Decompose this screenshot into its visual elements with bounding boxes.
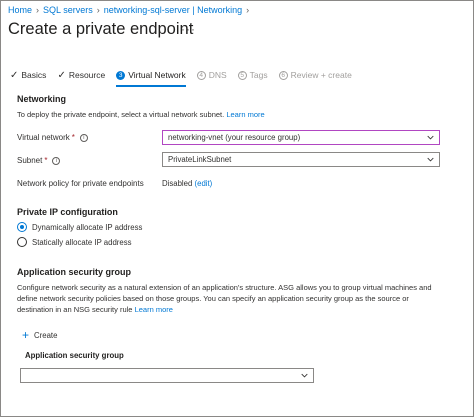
step-number-icon: 3 (116, 70, 126, 80)
breadcrumb-networking[interactable]: networking-sql-server | Networking (104, 5, 242, 15)
breadcrumb-home[interactable]: Home (8, 5, 32, 15)
checkmark-icon: ✓ (57, 69, 66, 81)
info-icon[interactable]: i (52, 156, 61, 165)
chevron-down-icon (301, 373, 308, 378)
breadcrumb-separator-icon: › (36, 5, 40, 15)
tab-review-create[interactable]: 6 Review + create (278, 66, 352, 84)
breadcrumb-separator-icon: › (96, 5, 100, 15)
asg-heading: Application security group (17, 267, 132, 277)
tab-label: Basics (21, 70, 47, 80)
required-asterisk: * (44, 156, 48, 165)
private-ip-heading: Private IP configuration (17, 207, 118, 217)
asg-learn-more-link[interactable]: Learn more (135, 305, 173, 314)
tab-label: Tags (249, 70, 268, 80)
policy-edit-link[interactable]: (edit) (195, 179, 213, 188)
asg-column-header: Application security group (25, 351, 124, 360)
networking-description: To deploy the private endpoint, select a… (17, 110, 265, 119)
vnet-select[interactable]: networking-vnet (your resource group) (162, 130, 440, 145)
chevron-down-icon (427, 135, 434, 140)
tab-label: Resource (68, 70, 106, 80)
tab-tags[interactable]: 5 Tags (237, 66, 268, 84)
checkmark-icon: ✓ (10, 69, 19, 81)
networking-heading: Networking (17, 94, 67, 104)
info-icon[interactable]: i (79, 133, 88, 142)
radio-unselected-icon (17, 237, 27, 247)
policy-value: Disabled (edit) (162, 179, 213, 188)
subnet-label: Subnet * i (17, 156, 61, 165)
tab-label: Review + create (290, 70, 352, 80)
asg-description-line-1: Configure network security as a natural … (17, 283, 432, 292)
more-options-icon[interactable]: ··· (181, 22, 196, 36)
radio-dynamic-ip[interactable]: Dynamically allocate IP address (17, 222, 142, 232)
step-number-icon: 4 (196, 70, 206, 80)
policy-label: Network policy for private endpoints (17, 179, 144, 188)
create-asg-button[interactable]: + Create (22, 328, 57, 342)
wizard-tabs: ✓ Basics ✓ Resource 3 Virtual Network 4 … (10, 66, 363, 87)
vnet-label: Virtual network * i (17, 133, 88, 142)
required-asterisk: * (71, 133, 75, 142)
tab-basics[interactable]: ✓ Basics (10, 66, 46, 84)
asg-description-line-3: destination in an NSG security rule Lear… (17, 305, 173, 314)
tab-dns[interactable]: 4 DNS (196, 66, 227, 84)
step-number-icon: 6 (278, 70, 288, 80)
page-title: Create a private endpoint (8, 20, 194, 38)
breadcrumb-separator-icon: › (246, 5, 250, 15)
radio-selected-icon (17, 222, 27, 232)
tab-resource[interactable]: ✓ Resource (57, 66, 105, 84)
step-number-icon: 5 (237, 70, 247, 80)
learn-more-link[interactable]: Learn more (226, 110, 264, 119)
tab-virtual-network[interactable]: 3 Virtual Network (116, 66, 187, 87)
asg-description-line-2: define network security policies based o… (17, 294, 409, 303)
breadcrumb-sql-servers[interactable]: SQL servers (43, 5, 93, 15)
asg-select[interactable] (20, 368, 314, 383)
tab-label: DNS (208, 70, 227, 80)
chevron-down-icon (427, 157, 434, 162)
subnet-select[interactable]: PrivateLinkSubnet (162, 152, 440, 167)
radio-static-ip[interactable]: Statically allocate IP address (17, 237, 132, 247)
tab-label: Virtual Network (128, 70, 186, 80)
breadcrumb: Home › SQL servers › networking-sql-serv… (8, 5, 253, 15)
plus-icon: + (22, 328, 30, 342)
